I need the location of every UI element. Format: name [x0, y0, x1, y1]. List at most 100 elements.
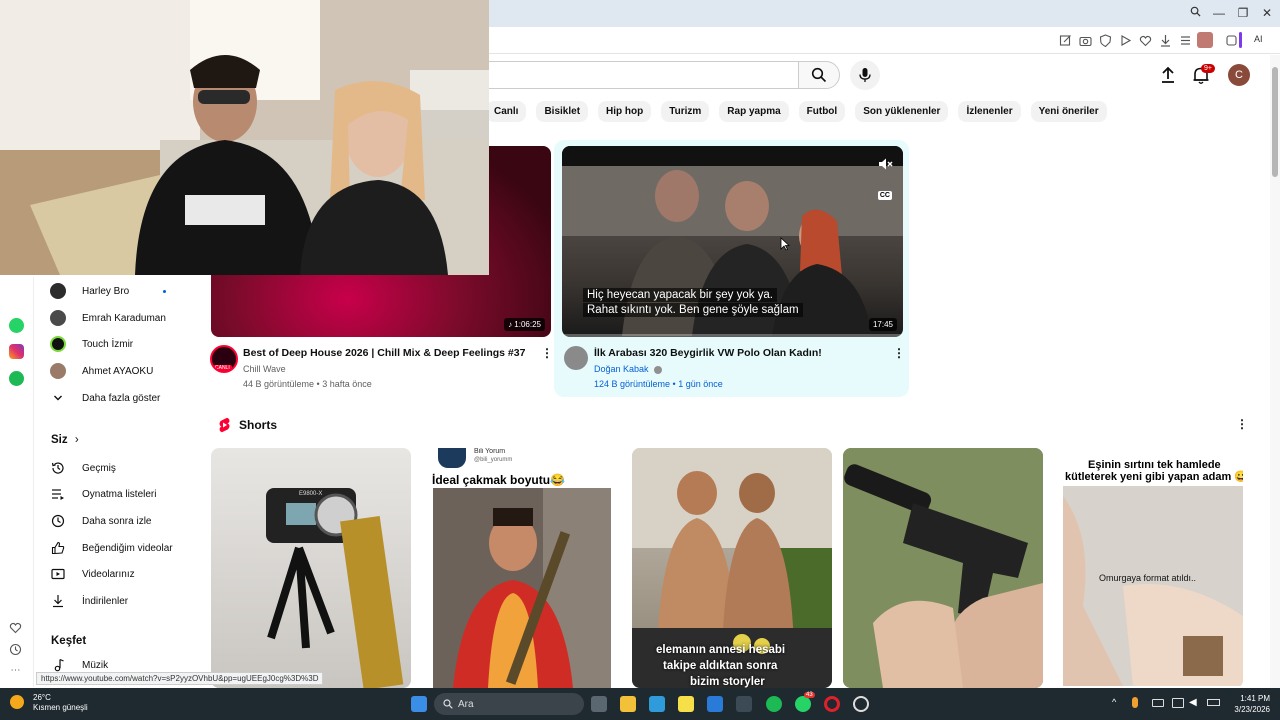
chip-football[interactable]: Futbol [798, 101, 846, 122]
history-clock-icon[interactable] [9, 643, 22, 656]
minimize-icon[interactable]: — [1210, 6, 1228, 20]
profile-thumbnail-icon[interactable] [1197, 32, 1213, 48]
edit-icon[interactable] [1059, 34, 1072, 47]
close-icon[interactable]: ✕ [1258, 6, 1276, 20]
tray-chevron-up-icon[interactable]: ^ [1112, 697, 1116, 707]
weather-widget[interactable]: 26°C Kısmen güneşli [33, 693, 88, 713]
calculator-icon[interactable] [736, 696, 752, 712]
short-caption: İdeal çakmak boyutu😂 [432, 473, 565, 487]
chip-rapping[interactable]: Rap yapma [719, 101, 789, 122]
chip-cycling[interactable]: Bisiklet [536, 101, 589, 122]
search-input[interactable] [440, 61, 798, 89]
microphone-icon[interactable] [1132, 697, 1138, 708]
volume-icon[interactable]: ◀ [1189, 697, 1197, 708]
more-actions-icon[interactable]: ⋮ [541, 346, 553, 360]
short-caption: bizim storyler [690, 676, 765, 688]
heart-icon[interactable] [1139, 34, 1152, 47]
keyboard-icon[interactable] [1152, 699, 1164, 707]
sidebar-item-label: Videolarınız [82, 568, 135, 580]
chatgpt-icon[interactable] [853, 696, 869, 712]
video-channel-name[interactable]: Chill Wave [243, 364, 286, 374]
taskbar-search[interactable]: Ara [434, 693, 584, 715]
short-thumbnail-illustration [266, 488, 404, 688]
short-card[interactable]: Eşinin sırtını tek hamlede kütleterek ye… [1053, 448, 1243, 688]
spotify-icon[interactable] [766, 696, 782, 712]
short-card[interactable]: E9800-X [211, 448, 411, 688]
extensions-icon[interactable] [1225, 34, 1238, 47]
video-duration: ♪ 1:06:25 [504, 318, 545, 331]
sidebar-item-your-videos[interactable]: Videolarınız [50, 564, 135, 584]
chip-recently-uploaded[interactable]: Son yüklenenler [855, 101, 949, 122]
taskbar-clock[interactable]: 1:41 PM 3/23/2026 [1228, 693, 1270, 715]
more-actions-icon[interactable]: ⋮ [1236, 417, 1248, 431]
sidebar-item-downloads[interactable]: İndirilenler [50, 591, 128, 611]
camera-icon[interactable] [1079, 34, 1092, 47]
channel-avatar[interactable]: CANLI [210, 345, 238, 373]
voice-search-button[interactable] [850, 60, 880, 90]
whatsapp-icon[interactable] [9, 318, 24, 333]
shield-icon[interactable] [1099, 34, 1112, 48]
sidebar-subscription-harley-bro[interactable]: Harley Bro [50, 281, 166, 301]
file-explorer-icon[interactable] [620, 696, 636, 712]
sidebar-subscription-touch-izmir[interactable]: Touch İzmir [50, 334, 133, 354]
page-scrollbar[interactable] [1270, 55, 1280, 688]
video-title[interactable]: Best of Deep House 2026 | Chill Mix & De… [243, 347, 525, 359]
upload-button[interactable] [1157, 64, 1179, 86]
maximize-icon[interactable]: ❐ [1234, 6, 1252, 20]
thumbs-up-icon [50, 540, 66, 556]
whatsapp-icon[interactable] [795, 696, 811, 712]
sidebar-item-history[interactable]: Geçmiş [50, 458, 116, 478]
spotify-icon[interactable] [9, 371, 24, 386]
instagram-icon[interactable] [9, 344, 24, 359]
video-meta: 44 B görüntüleme • 3 hafta önce [243, 379, 372, 389]
channel-avatar[interactable] [564, 346, 588, 370]
network-icon[interactable] [1172, 698, 1184, 708]
download-icon[interactable] [1159, 34, 1172, 47]
short-card[interactable]: Bili Yorum @bili_yorumm İdeal çakmak boy… [422, 448, 622, 688]
short-overlay-text: Omurgaya format atıldı.. [1099, 573, 1197, 583]
chip-hip-hop[interactable]: Hip hop [598, 101, 652, 122]
shorts-heading: Shorts [239, 418, 278, 432]
microsoft-store-icon[interactable] [649, 696, 665, 712]
task-view-icon[interactable] [591, 696, 607, 712]
sidebar-show-more[interactable]: Daha fazla göster [50, 388, 160, 408]
short-card[interactable]: elemanın annesi hesabi takipe aldıktan s… [632, 448, 832, 688]
mute-icon[interactable] [877, 156, 893, 172]
sidebar-subscription-ahmet-ayaoku[interactable]: Ahmet AYAOKU [50, 361, 153, 381]
search-tabs-icon[interactable] [1186, 6, 1204, 20]
windows-start-icon[interactable] [411, 696, 427, 712]
chip-new-to-you[interactable]: Yeni öneriler [1030, 101, 1107, 122]
ai-assistant-icon[interactable]: AI [1254, 34, 1276, 47]
sidebar-item-playlists[interactable]: Oynatma listeleri [50, 484, 156, 504]
scrollbar-thumb[interactable] [1272, 67, 1278, 177]
chip-watched[interactable]: İzlenenler [958, 101, 1021, 122]
sidebar-item-liked-videos[interactable]: Beğendiğim videolar [50, 538, 173, 558]
menu-icon[interactable] [1179, 34, 1192, 47]
sidebar-subscription-emrah-karaduman[interactable]: Emrah Karaduman [50, 308, 166, 328]
more-actions-icon[interactable]: ⋮ [893, 346, 905, 360]
vpn-icon[interactable] [707, 696, 723, 712]
chip-tourism[interactable]: Turizm [661, 101, 710, 122]
short-thumbnail-illustration [433, 488, 611, 688]
video-channel-name[interactable]: Doğan Kabak [594, 364, 663, 374]
sidebar-you-heading[interactable]: Siz › [51, 434, 79, 446]
search-icon [443, 699, 453, 709]
opera-browser-icon[interactable] [824, 696, 840, 712]
you-heading-label: Siz [51, 434, 68, 446]
chip-live[interactable]: Canlı [486, 101, 527, 122]
heart-icon[interactable] [9, 621, 22, 634]
subtitle-line: Rahat sıkıntı yok. Ben gene şöyle sağlam [583, 303, 803, 317]
search-button[interactable] [798, 61, 840, 89]
short-caption: elemanın annesi hesabi [656, 644, 786, 656]
sticky-notes-icon[interactable] [678, 696, 694, 712]
short-card[interactable] [843, 448, 1043, 688]
more-options-icon[interactable]: ⋯ [9, 665, 22, 678]
weather-icon[interactable] [10, 695, 24, 709]
play-icon[interactable] [1119, 34, 1132, 47]
video-title[interactable]: İlk Arabası 320 Beygirlik VW Polo Olan K… [594, 347, 822, 359]
sidebar-item-watch-later[interactable]: Daha sonra izle [50, 511, 151, 531]
battery-icon[interactable] [1207, 699, 1220, 706]
captions-button[interactable]: CC [877, 191, 892, 200]
account-avatar[interactable]: C [1228, 64, 1250, 86]
browser-app-rail: ⋯ [0, 277, 34, 687]
